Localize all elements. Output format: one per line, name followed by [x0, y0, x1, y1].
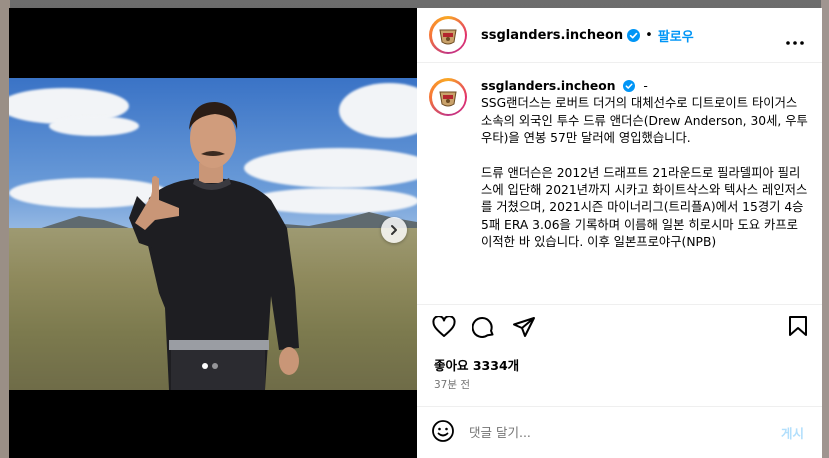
verified-badge-icon — [623, 80, 636, 92]
caption-area: ssglanders.incheon - SSG랜더스는 로버트 더거의 대체선… — [417, 64, 822, 304]
caption-dash: - — [643, 79, 648, 93]
carousel-dot-active — [202, 363, 208, 369]
bookmark-icon[interactable] — [788, 315, 808, 341]
post-media — [9, 8, 417, 458]
emoji-icon[interactable] — [431, 419, 455, 447]
heart-icon[interactable] — [432, 315, 456, 342]
post-time[interactable]: 37분 전 — [434, 377, 470, 392]
avatar[interactable] — [429, 16, 467, 54]
comment-input[interactable] — [469, 425, 769, 440]
action-icons-row — [432, 315, 536, 343]
more-horizontal-icon[interactable] — [786, 30, 804, 49]
like-count[interactable]: 좋아요 3334개 — [434, 355, 519, 374]
carousel-next-button[interactable] — [381, 217, 407, 243]
comment-bar: 게시 — [417, 406, 822, 458]
post-photo — [9, 78, 417, 390]
verified-badge-icon — [627, 28, 641, 42]
header-username[interactable]: ssglanders.incheon — [481, 28, 623, 43]
post-header: ssglanders.incheon • 팔로우 — [417, 8, 822, 63]
caption-avatar[interactable] — [429, 78, 467, 116]
photo-person — [129, 102, 299, 390]
header-separator: • — [645, 27, 653, 43]
carousel-indicator — [202, 363, 218, 369]
caption-text: ssglanders.incheon - SSG랜더스는 로버트 더거의 대체선… — [481, 78, 810, 304]
caption-paragraph: 드류 앤더슨은 2012년 드래프트 21라운드로 필라델피아 필리스에 입단해… — [481, 165, 808, 250]
post-side-panel: ssglanders.incheon • 팔로우 ssglanders.inch… — [417, 8, 822, 458]
post-comment-button[interactable]: 게시 — [781, 423, 804, 442]
caption-avatar-inner — [431, 80, 465, 114]
comment-icon[interactable] — [471, 315, 496, 343]
caption-username[interactable]: ssglanders.incheon — [481, 79, 615, 93]
post-actions: 좋아요 3334개 37분 전 — [417, 304, 822, 404]
follow-button[interactable]: 팔로우 — [658, 26, 694, 45]
team-logo-icon — [434, 83, 462, 111]
avatar-inner — [431, 18, 465, 52]
caption-paragraph: SSG랜더스는 로버트 더거의 대체선수로 디트로이트 타이거스 소속의 외국인… — [481, 96, 808, 146]
carousel-dot — [212, 363, 218, 369]
chevron-right-icon — [388, 221, 400, 240]
team-logo-icon — [434, 21, 462, 49]
share-icon[interactable] — [512, 316, 536, 342]
backdrop-right-edge — [821, 0, 829, 458]
